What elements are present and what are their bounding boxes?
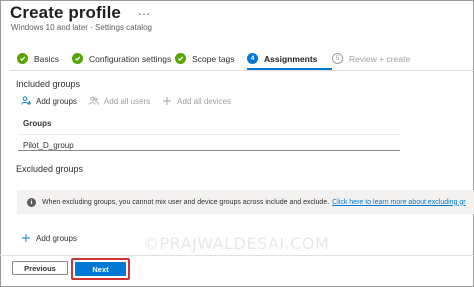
step-label: Configuration settings: [89, 53, 172, 64]
previous-button[interactable]: Previous: [12, 261, 68, 275]
info-text: When excluding groups, you cannot mix us…: [42, 198, 330, 206]
groups-column-header: Groups: [23, 119, 52, 128]
add-all-users-label: Add all users: [103, 96, 151, 106]
add-icon: [162, 96, 172, 106]
footer-divider: [0, 255, 474, 256]
check-icon: [17, 53, 28, 64]
add-group-icon: [21, 96, 31, 106]
page-title: Create profile: [10, 3, 121, 22]
step-label: Scope tags: [192, 53, 235, 64]
included-groups-title: Included groups: [16, 79, 81, 89]
step-label: Assignments: [264, 53, 318, 64]
step-scope-tags[interactable]: Scope tags: [175, 53, 247, 64]
step-basics[interactable]: Basics: [17, 53, 72, 64]
add-all-devices-button[interactable]: Add all devices: [162, 96, 231, 106]
check-icon: [72, 53, 83, 64]
all-users-icon: [89, 96, 99, 106]
add-icon: [21, 233, 31, 243]
page-subtitle: Windows 10 and later - Settings catalog: [11, 23, 152, 32]
add-groups-label: Add groups: [36, 96, 77, 106]
step-label: Review + create: [349, 53, 411, 64]
page-header: Create profile …: [10, 3, 151, 23]
table-row[interactable]: Pilot_D_group: [23, 141, 74, 150]
table-divider: [18, 150, 400, 151]
add-all-users-button[interactable]: Add all users: [89, 96, 150, 106]
more-options-icon[interactable]: …: [137, 3, 151, 18]
add-groups-button[interactable]: Add groups: [21, 96, 77, 106]
watermark: ©PRAJWALDESAI.COM: [143, 234, 330, 253]
steps-divider: [10, 70, 474, 71]
check-icon: [175, 53, 186, 64]
step-assignments[interactable]: 4 Assignments: [247, 53, 332, 70]
excluded-groups-title: Excluded groups: [16, 164, 84, 174]
next-button[interactable]: Next: [75, 262, 126, 276]
step-configuration-settings[interactable]: Configuration settings: [72, 53, 175, 64]
step-label: Basics: [34, 53, 60, 64]
excluded-actions-toolbar: Add groups: [21, 233, 89, 243]
info-icon: i: [27, 197, 36, 207]
add-all-devices-label: Add all devices: [177, 96, 231, 106]
table-divider: [18, 134, 400, 135]
exclude-add-groups-button[interactable]: Add groups: [21, 233, 77, 243]
wizard-steps: Basics Configuration settings Scope tags…: [17, 53, 410, 70]
step-number-badge: 5: [332, 53, 343, 64]
included-actions-toolbar: Add groups Add all users Add all devices: [21, 96, 243, 106]
info-banner: i When excluding groups, you cannot mix …: [17, 190, 474, 214]
learn-more-link[interactable]: Click here to learn more about excluding…: [332, 199, 465, 206]
step-number-badge: 4: [247, 53, 258, 64]
step-review-create[interactable]: 5 Review + create: [332, 53, 410, 64]
exclude-add-groups-label: Add groups: [36, 233, 77, 243]
